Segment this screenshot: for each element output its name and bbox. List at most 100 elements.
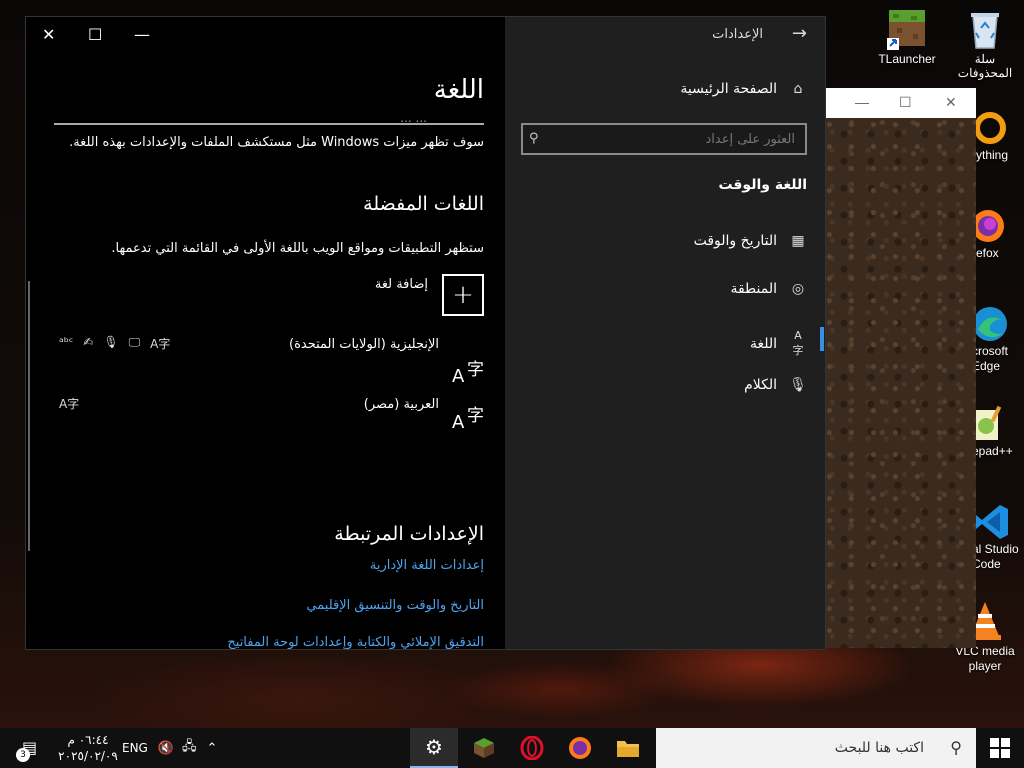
vscode-icon (972, 502, 1012, 542)
link-spelling-typing-keyboard[interactable]: التدقيق الإملائي والكتابة وإعدادات لوحة … (227, 635, 484, 649)
nav-home-label: الصفحة الرئيسية (680, 81, 777, 97)
desktop-icon-tlauncher[interactable]: TLauncher (868, 8, 946, 66)
language-item-arabic[interactable]: العربية (مصر) (364, 397, 439, 412)
nav-item-label: الكلام (744, 377, 777, 393)
link-date-time-regional[interactable]: التاريخ والوقت والتنسيق الإقليمي (306, 598, 484, 613)
close-icon[interactable]: ✕ (42, 25, 55, 44)
background-window-titlebar[interactable]: — ☐ ✕ (825, 88, 976, 118)
language-features: A字 (59, 395, 79, 412)
desktop-icon-edge[interactable]: crosoft Edge (972, 304, 1024, 374)
minimize-icon[interactable]: — (134, 25, 150, 44)
back-arrow-icon[interactable]: → (792, 23, 807, 44)
maximize-icon[interactable]: ☐ (899, 94, 912, 111)
settings-search[interactable]: ⚲ (521, 123, 807, 155)
opera-icon (520, 736, 544, 760)
speech-icon: 🎙 (103, 335, 119, 349)
related-settings-heading: الإعدادات المرتبطة (334, 523, 484, 545)
taskbar-file-explorer[interactable] (604, 728, 652, 768)
notification-count: 3 (16, 748, 30, 762)
desktop-icon-everything[interactable]: rything (972, 108, 1024, 162)
background-window[interactable]: — ☐ ✕ (825, 88, 976, 648)
abc-icon: ᵃᵇᶜ (59, 335, 74, 349)
add-language-button[interactable]: + (442, 274, 484, 316)
language-features: ᵃᵇᶜ ✍ 🎙 🖵 A字 (59, 335, 170, 352)
firefox-icon (972, 206, 1012, 246)
desktop: TLauncher سلة المحذوفات rything refox cr… (0, 0, 1024, 728)
language-icon: A 字 (452, 360, 484, 387)
start-button[interactable] (990, 738, 1010, 758)
nav-language[interactable]: A字 اللغة (750, 329, 807, 358)
clock-date: ٢٠٢٥/٠٢/٠٩ (58, 749, 118, 763)
firefox-icon (569, 737, 591, 759)
language-indicator[interactable]: ENG (122, 741, 148, 755)
section-heading: اللغة والوقت (718, 177, 807, 193)
taskbar-tlauncher[interactable] (460, 728, 508, 768)
nav-region[interactable]: ◎ المنطقة (730, 281, 807, 297)
preferred-languages-description: ستظهر التطبيقات ومواقع الويب باللغة الأو… (111, 241, 484, 256)
taskbar-opera[interactable] (508, 728, 556, 768)
desktop-icon-label: refox (972, 246, 999, 260)
grass-block-icon (474, 738, 494, 758)
minimize-icon[interactable]: — (855, 94, 869, 110)
windows-icon (990, 738, 1010, 758)
nav-date-time[interactable]: ▦ التاريخ والوقت (694, 233, 807, 249)
display-language-icon: A字 (150, 337, 171, 351)
language-icon: A字 (792, 329, 804, 357)
desktop-icon-label: epad++ (972, 444, 1013, 458)
nav-speech[interactable]: 🎙 الكلام (744, 377, 807, 393)
nav-item-label: اللغة (749, 335, 777, 352)
gear-icon: ⚙ (425, 735, 443, 759)
nav-item-label: التاريخ والوقت (693, 233, 777, 249)
desktop-icon-recycle-bin[interactable]: سلة المحذوفات (946, 8, 1024, 80)
close-icon[interactable]: ✕ (945, 94, 957, 111)
link-admin-language[interactable]: إعدادات اللغة الإدارية (370, 558, 484, 573)
search-icon: ⚲ (529, 131, 539, 146)
display-language-description: سوف تظهر ميزات Windows مثل مستكشف الملفا… (69, 135, 484, 150)
desktop-icon-label: TLauncher (878, 52, 936, 66)
settings-window[interactable]: ✕ ☐ — اللغة ... ... سوف تظهر ميزات Windo… (25, 16, 826, 650)
calendar-clock-icon: ▦ (791, 233, 805, 249)
taskbar: ⚲ اكتب هنا للبحث ⚙ ENG 🔇 🖧 ⌃ ٠٦:٤٤ م ٢٠٢… (0, 728, 1024, 768)
dropdown-underline[interactable] (54, 123, 484, 125)
clock-time: ٠٦:٤٤ م (67, 733, 109, 747)
monitor-icon: 🖵 (128, 335, 141, 349)
desktop-icon-label: crosoft Edge (972, 344, 1009, 373)
search-icon: ⚲ (950, 738, 962, 757)
navigation-pane: → الإعدادات ⌂ الصفحة الرئيسية ⚲ اللغة وا… (505, 17, 825, 649)
search-input[interactable] (523, 125, 805, 153)
volume-muted-icon[interactable]: 🔇 (158, 741, 174, 756)
action-center-button[interactable]: ▤ 3 (14, 738, 42, 762)
scrollbar[interactable] (28, 281, 30, 551)
add-language-label[interactable]: إضافة لغة (375, 277, 428, 292)
desktop-icon-vscode[interactable]: al Studio Code (972, 502, 1024, 572)
language-icon: A 字 (452, 406, 484, 433)
taskbar-search-text: اكتب هنا للبحث (834, 740, 924, 756)
nav-item-label: المنطقة (730, 281, 777, 297)
everything-icon (972, 108, 1012, 148)
plus-icon: + (452, 280, 474, 310)
taskbar-clock[interactable]: ٠٦:٤٤ م ٢٠٢٥/٠٢/٠٩ (58, 732, 118, 764)
globe-icon: ◎ (791, 281, 805, 297)
desktop-icon-label: al Studio Code (972, 542, 1019, 571)
recycle-bin-icon (965, 8, 1005, 49)
edge-icon (972, 304, 1012, 344)
page-title: اللغة (433, 75, 484, 105)
folder-icon (617, 741, 639, 757)
taskbar-search[interactable]: ⚲ اكتب هنا للبحث (656, 728, 976, 768)
display-language-icon: A字 (59, 397, 80, 411)
maximize-icon[interactable]: ☐ (88, 25, 102, 44)
handwriting-icon: ✍ (83, 335, 94, 349)
desktop-icon-notepadpp[interactable]: epad++ (972, 404, 1024, 458)
home-icon: ⌂ (793, 81, 803, 97)
app-title: الإعدادات (712, 27, 763, 42)
chevron-up-icon[interactable]: ⌃ (207, 741, 218, 756)
microphone-icon: 🎙 (789, 377, 807, 393)
nav-home[interactable]: ⌂ الصفحة الرئيسية (680, 81, 807, 97)
desktop-icon-firefox[interactable]: refox (972, 206, 1024, 260)
desktop-icon-label: rything (972, 148, 1009, 162)
taskbar-firefox[interactable] (556, 728, 604, 768)
taskbar-settings[interactable]: ⚙ (410, 728, 458, 768)
language-item-english[interactable]: الإنجليزية (الولايات المتحدة) (289, 337, 439, 352)
tlauncher-icon (887, 8, 927, 50)
network-icon[interactable]: 🖧 (182, 737, 197, 759)
